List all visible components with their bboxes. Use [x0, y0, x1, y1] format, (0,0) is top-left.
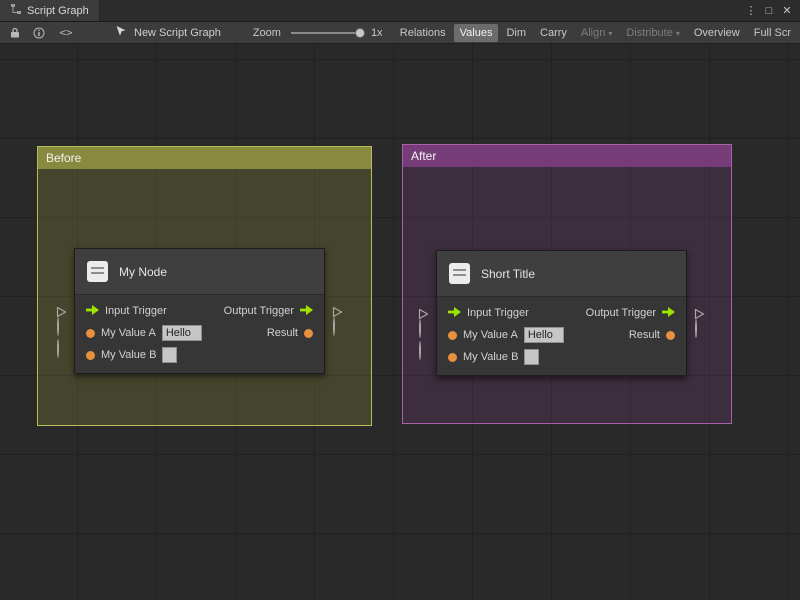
trigger-in-arrow-icon[interactable]	[448, 304, 461, 322]
group-before-header[interactable]: Before	[38, 147, 371, 169]
node-body: Input Trigger Output Trigger My Value A …	[437, 297, 686, 375]
port-label: Result	[629, 329, 660, 341]
port-label: My Value A	[463, 329, 518, 341]
port-row-trigger: Input Trigger Output Trigger	[437, 302, 686, 324]
node-header[interactable]: Short Title	[437, 251, 686, 297]
port-row-value-a: My Value A Result	[75, 322, 324, 344]
distribute-button[interactable]: Distribute▾	[620, 24, 685, 42]
values-button[interactable]: Values	[454, 24, 499, 42]
zoom-slider-handle[interactable]	[355, 28, 365, 38]
port-label: Output Trigger	[224, 305, 294, 317]
zoom-slider[interactable]	[291, 32, 361, 34]
graph-canvas[interactable]: Before After My Node Input Trigger	[0, 44, 800, 600]
value-b-field[interactable]	[524, 349, 539, 365]
value-port-dot[interactable]	[448, 353, 457, 362]
align-button[interactable]: Align▾	[575, 24, 618, 42]
node-header[interactable]: My Node	[75, 249, 324, 295]
info-icon[interactable]	[27, 22, 51, 44]
value-port-dot[interactable]	[86, 351, 95, 360]
script-unit-icon	[87, 261, 108, 282]
node-body: Input Trigger Output Trigger My Value A …	[75, 295, 324, 373]
trigger-out-arrow-icon[interactable]	[300, 302, 313, 320]
port-row-trigger: Input Trigger Output Trigger	[75, 300, 324, 322]
script-unit-icon	[449, 263, 470, 284]
port-label: My Value A	[101, 327, 156, 339]
group-after-header[interactable]: After	[403, 145, 731, 167]
close-icon[interactable]: ✕	[779, 0, 795, 22]
lock-icon[interactable]	[3, 22, 27, 44]
window-controls: ⋮ □ ✕	[743, 0, 800, 21]
value-port-dot[interactable]	[448, 331, 457, 340]
script-graph-window: Script Graph ⋮ □ ✕ <> New Script Graph Z…	[0, 0, 800, 600]
chevron-down-icon: ▾	[676, 29, 680, 38]
chevron-down-icon: ▾	[608, 29, 612, 38]
trigger-in-arrow-icon[interactable]	[86, 302, 99, 320]
script-graph-asset-icon	[115, 25, 128, 40]
zoom-value: 1x	[371, 27, 383, 39]
port-row-value-b: My Value B	[437, 346, 686, 368]
tab-title: Script Graph	[27, 5, 89, 17]
port-row-value-b: My Value B	[75, 344, 324, 366]
value-b-field[interactable]	[162, 347, 177, 363]
code-icon[interactable]: <>	[51, 26, 81, 39]
value-a-field[interactable]	[162, 325, 202, 341]
port-label: Result	[267, 327, 298, 339]
value-port-dot[interactable]	[304, 329, 313, 338]
port-row-value-a: My Value A Result	[437, 324, 686, 346]
node-my-node[interactable]: My Node Input Trigger Output Trigger	[74, 248, 325, 374]
toolbar-buttons: Relations Values Dim Carry Align▾ Distri…	[394, 24, 797, 42]
port-label: My Value B	[101, 349, 156, 361]
value-port-dot[interactable]	[666, 331, 675, 340]
relations-button[interactable]: Relations	[394, 24, 452, 42]
zoom-label: Zoom	[253, 27, 281, 39]
carry-button[interactable]: Carry	[534, 24, 573, 42]
node-title: Short Title	[481, 267, 535, 281]
fullscreen-button[interactable]: Full Scr	[748, 24, 797, 42]
graph-name: New Script Graph	[134, 27, 221, 39]
node-short-title[interactable]: Short Title Input Trigger Output Trigger	[436, 250, 687, 376]
graph-icon	[10, 3, 22, 18]
maximize-icon[interactable]: □	[761, 0, 777, 22]
window-menu-icon[interactable]: ⋮	[743, 0, 759, 22]
value-a-field[interactable]	[524, 327, 564, 343]
group-title: Before	[46, 151, 81, 165]
port-label: Output Trigger	[586, 307, 656, 319]
tab-script-graph[interactable]: Script Graph	[0, 0, 100, 21]
group-title: After	[411, 149, 436, 163]
port-label: My Value B	[463, 351, 518, 363]
graph-picker[interactable]: New Script Graph	[115, 25, 221, 40]
titlebar: Script Graph ⋮ □ ✕	[0, 0, 800, 22]
port-label: Input Trigger	[467, 307, 529, 319]
graph-toolbar: <> New Script Graph Zoom 1x Relations Va…	[0, 22, 800, 44]
node-title: My Node	[119, 265, 167, 279]
port-label: Input Trigger	[105, 305, 167, 317]
dim-button[interactable]: Dim	[500, 24, 532, 42]
trigger-out-arrow-icon[interactable]	[662, 304, 675, 322]
overview-button[interactable]: Overview	[688, 24, 746, 42]
value-port-dot[interactable]	[86, 329, 95, 338]
